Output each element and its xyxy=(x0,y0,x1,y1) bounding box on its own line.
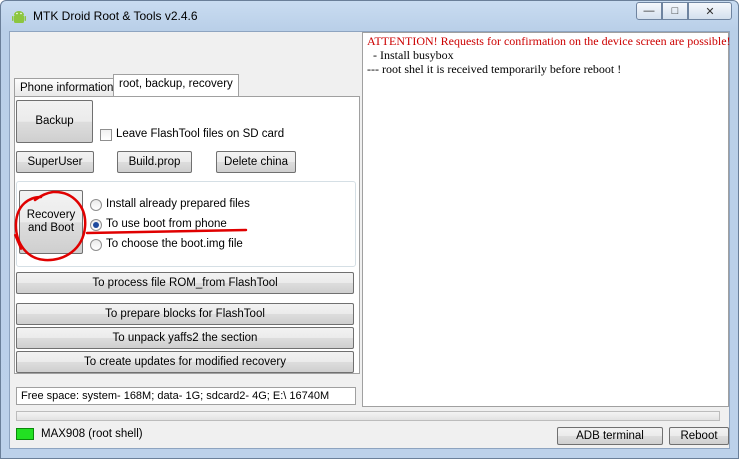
process-rom-button[interactable]: To process file ROM_from FlashTool xyxy=(16,272,354,294)
caption-buttons: — □ ✕ xyxy=(636,2,732,22)
log-output[interactable]: ATTENTION! Requests for confirmation on … xyxy=(362,32,731,407)
close-icon: ✕ xyxy=(705,5,715,18)
android-icon xyxy=(12,11,26,23)
install-prepared-radio[interactable] xyxy=(90,199,102,211)
leave-flashtool-checkbox[interactable] xyxy=(100,129,112,141)
leave-flashtool-label: Leave FlashTool files on SD card xyxy=(116,128,285,140)
use-boot-from-phone-radio[interactable] xyxy=(90,219,102,231)
adb-terminal-button[interactable]: ADB terminal xyxy=(557,427,663,445)
tab-phone-information[interactable]: Phone information xyxy=(14,78,115,98)
use-boot-from-phone-label: To use boot from phone xyxy=(106,218,227,230)
device-status-led xyxy=(16,428,34,440)
app-window: MTK Droid Root & Tools v2.4.6 — □ ✕ ATTE… xyxy=(0,0,739,459)
close-button[interactable]: ✕ xyxy=(688,2,732,20)
unpack-yaffs2-button[interactable]: To unpack yaffs2 the section xyxy=(16,327,354,349)
create-updates-button[interactable]: To create updates for modified recovery xyxy=(16,351,354,373)
superuser-button[interactable]: SuperUser xyxy=(16,151,94,173)
recovery-and-boot-button[interactable]: Recovery and Boot xyxy=(19,190,83,254)
minimize-button[interactable]: — xyxy=(636,2,662,20)
maximize-button[interactable]: □ xyxy=(662,2,688,20)
device-status-label: MAX908 (root shell) xyxy=(41,428,143,440)
maximize-icon: □ xyxy=(671,5,679,17)
progress-bar xyxy=(16,411,720,421)
choose-boot-img-label: To choose the boot.img file xyxy=(106,238,243,250)
choose-boot-img-radio[interactable] xyxy=(90,239,102,251)
backup-button[interactable]: Backup xyxy=(16,100,93,143)
minimize-icon: — xyxy=(643,5,655,17)
free-space-field: Free space: system- 168M; data- 1G; sdca… xyxy=(16,387,356,405)
tab-panel: Backup Leave FlashTool files on SD card … xyxy=(14,96,360,374)
tab-root-backup-recovery[interactable]: root, backup, recovery xyxy=(113,74,239,96)
delete-china-button[interactable]: Delete china xyxy=(216,151,296,173)
prepare-blocks-button[interactable]: To prepare blocks for FlashTool xyxy=(16,303,354,325)
log-line: ATTENTION! Requests for confirmation on … xyxy=(367,34,731,48)
install-prepared-label: Install already prepared files xyxy=(106,198,250,210)
buildprop-button[interactable]: Build.prop xyxy=(117,151,192,173)
window-title: MTK Droid Root & Tools v2.4.6 xyxy=(33,9,198,23)
client-area: ATTENTION! Requests for confirmation on … xyxy=(9,31,731,449)
log-line: - Install busybox xyxy=(367,48,454,62)
log-line: --- root shel it is received temporarily… xyxy=(367,62,622,76)
title-bar: MTK Droid Root & Tools v2.4.6 — □ ✕ xyxy=(1,1,738,31)
reboot-button[interactable]: Reboot xyxy=(669,427,729,445)
